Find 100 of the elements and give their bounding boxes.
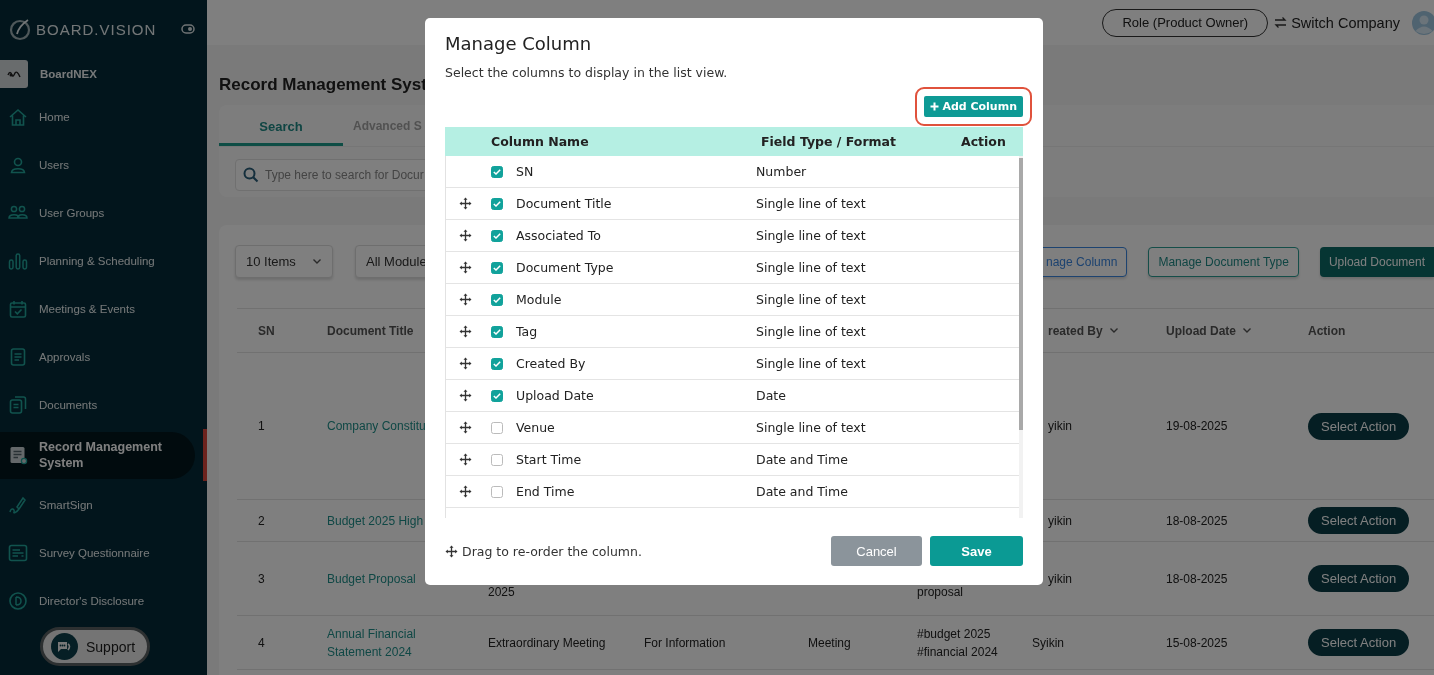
tab[interactable]: Search [219,105,343,146]
field-type: Single line of text [755,228,867,243]
select-action-button[interactable]: Select Action [1308,565,1410,592]
sidebar-item[interactable]: Planning & Scheduling [0,237,195,285]
field-type: Single line of text [755,324,867,339]
workspace-name: BoardNEX [40,68,97,80]
column-header: Field Type / Format [760,134,897,149]
checkbox[interactable] [491,261,503,274]
sidebar-item[interactable]: Documents [0,381,195,429]
toggle-icon[interactable] [181,24,195,34]
table-cell: yikin [1048,571,1072,586]
field-type: Date [755,388,787,403]
move-icon[interactable] [459,197,472,210]
column-name: Associated To [516,228,602,243]
add-column-button[interactable]: Add Column [924,96,1023,117]
select-action-button[interactable]: Select Action [1308,507,1410,534]
page-title: Record Management Syst [219,75,428,95]
move-icon[interactable] [459,453,472,466]
chat-icon [51,633,78,660]
table-cell: 2025 [488,585,515,599]
tag-text: proposal [917,584,965,601]
swap-icon [1274,16,1288,29]
column-name: Document Type [516,260,615,275]
document-link[interactable]: Annual Financial Statement 2024 [327,624,467,661]
column-name: Tag [516,324,539,339]
table-cell: yikin [1048,419,1072,433]
cancel-button[interactable]: Cancel [831,536,922,566]
check-icon [493,360,501,367]
sidebar-item[interactable]: User Groups [0,189,195,237]
sort-icon[interactable] [1242,327,1252,334]
table-cell: 19-08-2025 [1166,419,1228,433]
checkbox[interactable] [491,197,503,210]
table-cell: Syikin [1032,635,1064,650]
move-icon[interactable] [459,357,472,370]
checkbox[interactable] [491,453,503,466]
action-button[interactable]: Upload Document [1319,246,1434,277]
table-cell: 4 [258,635,265,650]
documents-icon [8,395,28,415]
move-icon[interactable] [459,229,472,242]
chevron-icon [312,258,322,265]
table-cell: yikin [1048,513,1072,528]
move-icon[interactable] [459,325,472,338]
scrollbar-thumb[interactable] [1019,158,1023,430]
move-icon[interactable] [459,261,472,274]
switch-company-link[interactable]: Switch Company [1274,14,1400,31]
checkbox[interactable] [491,485,503,498]
column-header[interactable]: reated By [1048,323,1103,338]
field-type: Date and Time [755,452,849,467]
check-icon [493,392,501,399]
sidebar-item[interactable]: Record Management System [0,431,195,479]
move-icon[interactable] [459,485,472,498]
check-icon [493,264,501,271]
checkbox[interactable] [491,293,503,306]
column-name: Created By [516,356,587,371]
sidebar-item[interactable]: Users [0,141,195,189]
save-button[interactable]: Save [930,536,1023,566]
sidebar-item[interactable]: SmartSign [0,481,195,529]
sidebar-item[interactable]: Survey Questionnaire [0,529,195,577]
column-name: Venue [516,420,556,435]
table-cell: For Information [644,635,726,650]
field-type: Single line of text [755,260,867,275]
column-header: Action [960,134,1007,149]
role-button[interactable]: Role (Product Owner) [1102,8,1269,37]
select-action-button[interactable]: Select Action [1308,412,1410,440]
move-icon[interactable] [459,293,472,306]
checkbox[interactable] [491,325,503,338]
move-icon[interactable] [459,421,472,434]
dialog-title: Manage Column [445,32,593,56]
sort-icon[interactable] [1108,327,1119,334]
sidebar-item[interactable]: Meetings & Events [0,285,195,333]
active-indicator [203,429,207,481]
calendar-icon [8,299,28,319]
home-icon [8,107,28,127]
checkbox[interactable] [491,357,503,370]
sidebar-item[interactable]: Home [0,93,195,141]
support-button[interactable]: Support [40,627,150,666]
action-button[interactable]: Manage Document Type [1148,246,1299,277]
column-header[interactable]: Upload Date [1166,323,1236,338]
checkbox[interactable] [491,389,503,402]
document-icon [8,347,28,367]
checkbox[interactable] [491,421,503,434]
list-icon [8,543,28,563]
checkbox[interactable] [491,165,503,178]
tag-text: #financial 2024 [917,643,999,661]
drag-hint: Drag to re-order the column. [462,543,642,559]
table-cell: 15-08-2025 [1166,635,1228,650]
page-size-select[interactable]: 10 Items [235,245,333,278]
move-icon[interactable] [459,389,472,402]
column-header: Column Name [491,134,590,149]
sidebar-item[interactable]: Director's Disclosure [0,577,195,625]
select-action-button[interactable]: Select Action [1308,629,1410,656]
bar-chart-icon [8,251,28,271]
table-cell: 18-08-2025 [1166,513,1228,528]
pen-icon [8,495,28,515]
field-type: Single line of text [755,420,867,435]
check-icon [493,168,501,175]
field-type: Number [755,164,808,179]
brand-logo: BOARD.VISION [36,20,157,38]
checkbox[interactable] [491,229,503,242]
sidebar-item[interactable]: Approvals [0,333,195,381]
